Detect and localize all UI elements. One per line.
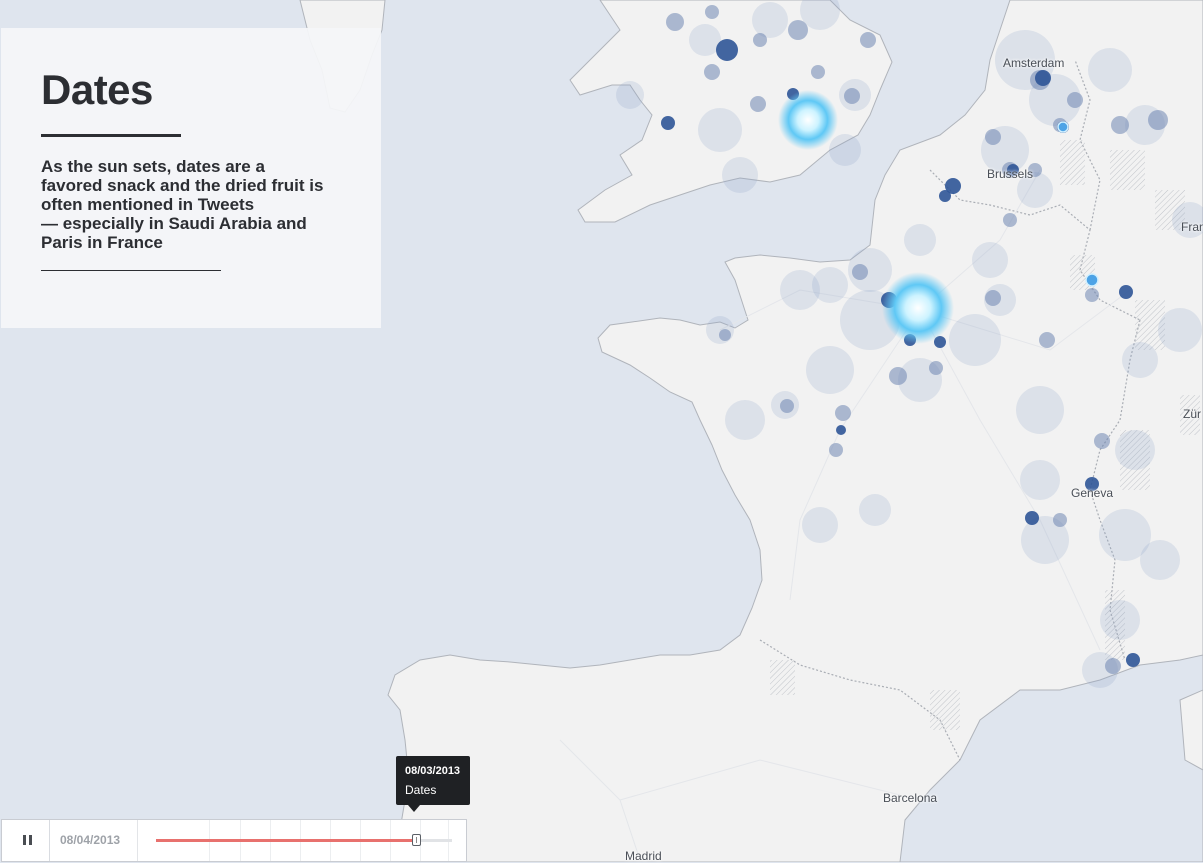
tweet-halo [1020,460,1060,500]
tweet-halo [1158,308,1202,352]
pause-button[interactable] [2,820,50,861]
tweet-marker [860,32,876,48]
tweet-marker [780,399,794,413]
tweet-marker-strong [1025,511,1039,525]
tweet-halo [1016,386,1064,434]
tweet-halo [949,314,1001,366]
tweet-marker-strong [1119,285,1133,299]
tweet-halo [972,242,1008,278]
city-label-zurich: Zür [1183,407,1201,421]
tweet-halo [780,270,820,310]
tweet-marker [1094,433,1110,449]
timeline-handle[interactable] [412,834,422,846]
tweet-marker [1003,213,1017,227]
current-date: 08/04/2013 [60,833,121,847]
tweet-marker [788,20,808,40]
tweet-hotspot-glow [778,90,838,150]
tooltip-arrow [408,805,420,812]
tweet-halo [859,494,891,526]
tweet-marker-strong [939,190,951,202]
tweet-marker [1111,116,1129,134]
tweet-marker-strong [836,425,846,435]
city-label-frankfurt: Fran [1181,220,1203,234]
tweet-halo [722,157,758,193]
tweet-halo [806,346,854,394]
tweet-halo [725,400,765,440]
tweet-marker [929,361,943,375]
tweet-marker [829,443,843,457]
tweet-marker [1039,332,1055,348]
tweet-hotspot-glow [882,272,954,344]
description-divider [41,270,221,271]
timeline-tooltip: 08/03/2013 Dates [396,756,470,805]
tweet-halo [1140,540,1180,580]
tweet-marker [985,129,1001,145]
city-label-madrid: Madrid [625,849,662,863]
tweet-marker [1105,658,1121,674]
tweet-marker-strong [1035,70,1051,86]
tweet-marker [666,13,684,31]
tweet-marker [719,329,731,341]
tweet-marker-bright [1057,121,1069,133]
tooltip-date: 08/03/2013 [405,765,461,777]
panel-title: Dates [41,66,153,113]
tweet-marker-bright [1085,273,1099,287]
timeline-control: 08/04/2013 [1,819,467,862]
tweet-marker [705,5,719,19]
panel-description: As the sun sets, dates are a favored sna… [41,157,324,252]
tweet-marker [985,290,1001,306]
tweet-marker [835,405,851,421]
tweet-halo [802,507,838,543]
city-label-barcelona: Barcelona [883,791,938,805]
tweet-marker-strong [661,116,675,130]
tooltip-topic: Dates [405,783,437,797]
tweet-halo [829,134,861,166]
timeline-track[interactable] [137,820,468,861]
tweet-halo [1115,430,1155,470]
tweet-marker [750,96,766,112]
tweet-halo [752,2,788,38]
tweet-halo [706,316,734,344]
tweet-marker [844,88,860,104]
tweet-marker [811,65,825,79]
tweet-halo [698,108,742,152]
tweet-marker [753,33,767,47]
timeline-progress [156,839,417,842]
city-label-amsterdam: Amsterdam [1003,56,1065,70]
tweet-halo [1122,342,1158,378]
tweet-marker [1053,513,1067,527]
tweet-marker [1067,92,1083,108]
tweet-halo [1088,48,1132,92]
title-divider [41,134,181,137]
tweet-marker-strong [716,39,738,61]
tweet-marker [852,264,868,280]
tweet-marker [889,367,907,385]
tweet-halo [904,224,936,256]
tweet-halo [1100,600,1140,640]
info-panel: Dates As the sun sets, dates are a favor… [1,28,381,328]
tweet-marker [1085,288,1099,302]
tweet-marker [704,64,720,80]
city-label-geneva: Geneva [1071,486,1114,500]
tweet-marker-strong [1126,653,1140,667]
tweet-halo [616,81,644,109]
city-label-brussels: Brussels [987,167,1034,181]
tweet-marker [1148,110,1168,130]
